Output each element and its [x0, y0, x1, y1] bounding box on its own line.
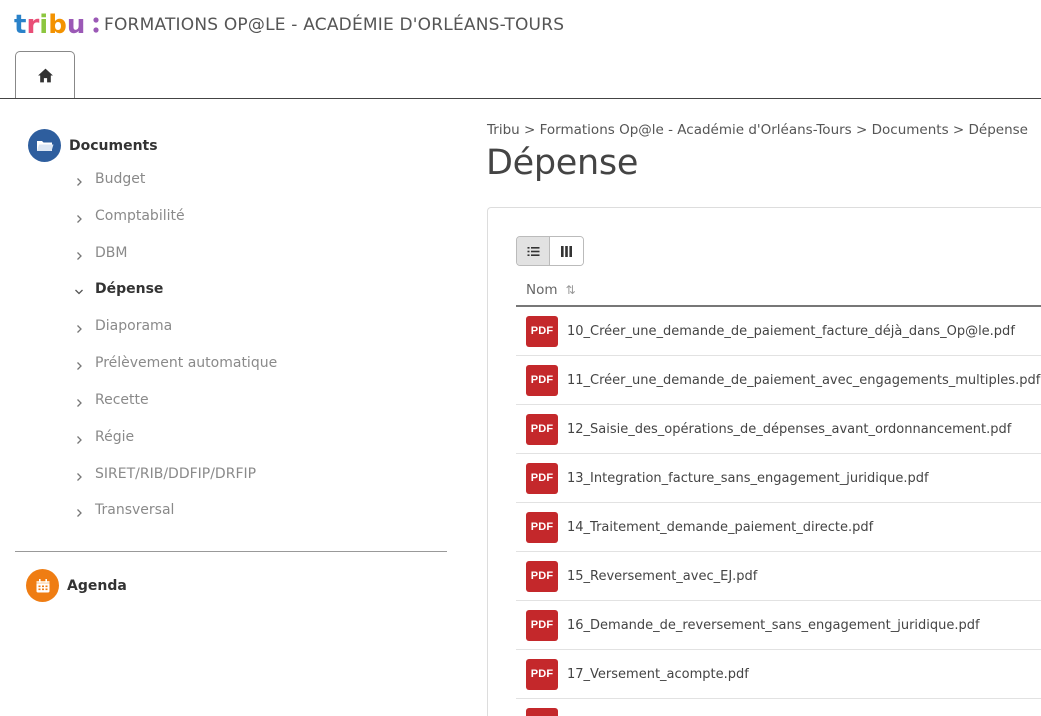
sidebar-divider: [15, 551, 447, 552]
breadcrumb-item[interactable]: Documents: [872, 122, 949, 138]
sidebar-item-recette[interactable]: Recette: [72, 390, 149, 410]
sidebar-item-label: Prélèvement automatique: [95, 355, 278, 371]
agenda-section-header[interactable]: Agenda: [26, 569, 127, 602]
documents-label: Documents: [69, 137, 158, 154]
file-name-link[interactable]: 10_Créer_une_demande_de_paiement_facture…: [567, 324, 1015, 339]
pdf-icon: [526, 708, 558, 716]
breadcrumb-item[interactable]: Formations Op@le - Académie d'Orléans-To…: [540, 122, 852, 138]
chevron-right-icon[interactable]: [72, 433, 86, 447]
file-list: PDF 10_Créer_une_demande_de_paiement_fact…: [516, 307, 1041, 699]
file-row[interactable]: PDF 16_Demande_de_reversement_sans_engage…: [516, 601, 1041, 650]
sidebar-item-régie[interactable]: Régie: [72, 427, 134, 447]
breadcrumb-separator: >: [856, 122, 868, 138]
file-name-link[interactable]: 14_Traitement_demande_paiement_directe.p…: [567, 520, 873, 535]
sidebar-item-comptabilité[interactable]: Comptabilité: [72, 206, 185, 226]
pdf-icon: PDF: [526, 511, 558, 543]
file-row[interactable]: PDF 17_Versement_acompte.pdf: [516, 650, 1041, 699]
sidebar-item-label: DBM: [95, 245, 128, 261]
breadcrumb-item[interactable]: Dépense: [969, 122, 1028, 138]
sidebar-item-label: SIRET/RIB/DDFIP/DRFIP: [95, 466, 257, 482]
folder-icon: [28, 129, 61, 162]
svg-text:tribu: tribu: [14, 10, 85, 38]
agenda-label: Agenda: [67, 577, 127, 594]
name-column-header[interactable]: Nom ⇅: [516, 274, 1041, 307]
file-row[interactable]: PDF 14_Traitement_demande_paiement_direct…: [516, 503, 1041, 552]
sidebar: Documents Budget Comptabilité DBM Dépense Di…: [0, 99, 460, 716]
chevron-right-icon[interactable]: [72, 212, 86, 226]
home-icon: [37, 68, 53, 83]
file-name-link[interactable]: 16_Demande_de_reversement_sans_engagemen…: [567, 618, 980, 633]
file-row[interactable]: PDF 10_Créer_une_demande_de_paiement_fact…: [516, 307, 1041, 356]
sidebar-item-label: Comptabilité: [95, 208, 185, 224]
sidebar-item-budget[interactable]: Budget: [72, 169, 145, 189]
chevron-right-icon[interactable]: [72, 470, 86, 484]
list-view-button[interactable]: [517, 237, 550, 265]
pdf-icon: PDF: [526, 609, 558, 641]
sidebar-item-label: Transversal: [95, 502, 175, 518]
chevron-right-icon[interactable]: [72, 396, 86, 410]
sidebar-item-siret-rib-ddfip-drfip[interactable]: SIRET/RIB/DDFIP/DRFIP: [72, 464, 256, 484]
tribu-logo[interactable]: tribu: [14, 8, 102, 38]
calendar-icon: [26, 569, 59, 602]
file-row[interactable]: PDF 11_Créer_une_demande_de_paiement_avec…: [516, 356, 1041, 405]
breadcrumb-item[interactable]: Tribu: [487, 122, 520, 138]
site-title[interactable]: FORMATIONS OP@LE - ACADÉMIE D'ORLÉANS-TO…: [104, 15, 564, 35]
file-name-link[interactable]: 15_Reversement_avec_EJ.pdf: [567, 569, 757, 584]
site-header: tribu FORMATIONS OP@LE - ACADÉMIE D'ORLÉ…: [0, 0, 1041, 50]
list-view-icon: [527, 246, 539, 256]
breadcrumb: Tribu > Formations Op@le - Académie d'Or…: [487, 122, 1028, 138]
pdf-icon: PDF: [526, 560, 558, 592]
breadcrumb-separator: >: [952, 122, 965, 138]
sidebar-item-label: Budget: [95, 171, 146, 187]
column-view-button[interactable]: [550, 237, 583, 265]
name-column-label: Nom: [526, 281, 558, 298]
file-name-link[interactable]: 17_Versement_acompte.pdf: [567, 667, 749, 682]
page-title: Dépense: [486, 143, 639, 183]
file-row[interactable]: PDF 13_Integration_facture_sans_engagemen…: [516, 454, 1041, 503]
chevron-right-icon[interactable]: [72, 322, 86, 336]
pdf-icon: PDF: [526, 413, 558, 445]
file-name-link[interactable]: 12_Saisie_des_opérations_de_dépenses_ava…: [567, 422, 1011, 437]
sidebar-item-label: Régie: [95, 429, 135, 445]
pdf-icon: PDF: [526, 658, 558, 690]
chevron-right-icon[interactable]: [72, 175, 86, 189]
file-row[interactable]: PDF 12_Saisie_des_opérations_de_dépenses_…: [516, 405, 1041, 454]
sidebar-item-label: Diaporama: [95, 318, 173, 334]
sidebar-item-transversal[interactable]: Transversal: [72, 500, 174, 520]
file-name-link[interactable]: 13_Integration_facture_sans_engagement_j…: [567, 471, 929, 486]
file-row[interactable]: PDF 15_Reversement_avec_EJ.pdf: [516, 552, 1041, 601]
pdf-icon: PDF: [526, 315, 558, 347]
pdf-icon: PDF: [526, 462, 558, 494]
view-toggle: [516, 236, 584, 266]
sidebar-item-dbm[interactable]: DBM: [72, 243, 127, 263]
breadcrumb-separator: >: [524, 122, 536, 138]
home-tab[interactable]: [15, 51, 75, 99]
sidebar-item-dépense[interactable]: Dépense: [72, 279, 163, 299]
column-view-icon: [561, 245, 572, 257]
sidebar-item-diaporama[interactable]: Diaporama: [72, 316, 172, 336]
chevron-right-icon[interactable]: [72, 249, 86, 263]
sidebar-item-label: Recette: [95, 392, 149, 408]
chevron-down-icon[interactable]: [72, 285, 86, 299]
pdf-icon: PDF: [526, 364, 558, 396]
chevron-right-icon[interactable]: [72, 506, 86, 520]
sidebar-item-label: Dépense: [95, 281, 164, 297]
documents-section-header[interactable]: Documents: [28, 129, 158, 162]
chevron-right-icon[interactable]: [72, 359, 86, 373]
sort-icon[interactable]: ⇅: [566, 283, 576, 297]
file-name-link[interactable]: 11_Créer_une_demande_de_paiement_avec_en…: [567, 373, 1040, 388]
sidebar-item-prél-vement-automatique[interactable]: Prélèvement automatique: [72, 353, 277, 373]
